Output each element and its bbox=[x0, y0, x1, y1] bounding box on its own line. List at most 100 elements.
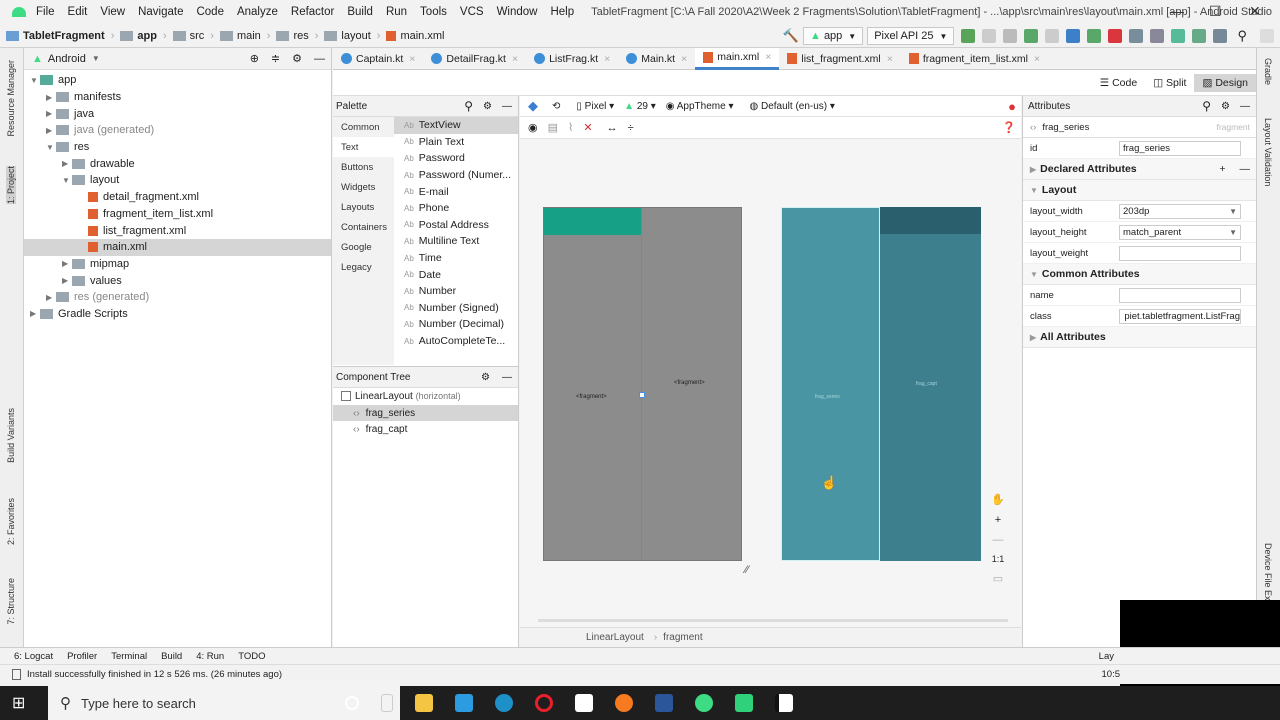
palette-item[interactable]: Ab Password (Numer... bbox=[394, 167, 518, 184]
breadcrumb-item[interactable]: main.xml bbox=[386, 30, 444, 42]
design-canvas[interactable]: ◆ ⟲ ▯ Pixel ▾ ▲ 29 ▾ ◉ AppTheme ▾ ◍ Defa… bbox=[520, 96, 1021, 647]
menu-file[interactable]: File bbox=[36, 6, 55, 18]
frag-series-outline[interactable] bbox=[781, 207, 880, 561]
project-tree-item[interactable]: ▼ layout bbox=[24, 172, 331, 189]
orientation-icon[interactable]: ⟲ bbox=[552, 101, 560, 112]
pan-icon[interactable]: ✋ bbox=[991, 493, 1005, 506]
apply-code-icon[interactable] bbox=[982, 29, 997, 43]
close-tab-icon[interactable]: × bbox=[409, 53, 415, 65]
maximize-button[interactable]: ☐ bbox=[1209, 3, 1222, 20]
path-fragment[interactable]: fragment bbox=[663, 632, 702, 643]
hide-icon[interactable]: — bbox=[502, 101, 512, 112]
edge-icon[interactable] bbox=[495, 694, 513, 712]
profile-icon[interactable] bbox=[1066, 29, 1081, 43]
project-view-select[interactable]: Android bbox=[48, 53, 86, 65]
tab-fragment-item-list-xml[interactable]: fragment_item_list.xml × bbox=[901, 48, 1048, 70]
common-attributes-section[interactable]: ▼ Common Attributes bbox=[1023, 264, 1256, 285]
tool-tab-todo[interactable]: TODO bbox=[238, 651, 265, 662]
zoom-actual-button[interactable]: 1:1 bbox=[992, 554, 1005, 564]
chevron-right-icon[interactable]: ▶ bbox=[62, 159, 72, 168]
menu-run[interactable]: Run bbox=[386, 6, 407, 18]
project-tree-item[interactable]: ▶ mipmap bbox=[24, 256, 331, 273]
project-tree-item[interactable]: ▶ java (generated) bbox=[24, 122, 331, 139]
declared-attributes-section[interactable]: ▶ Declared Attributes + — bbox=[1023, 159, 1256, 180]
tree-node-frag-capt[interactable]: ‹› frag_capt bbox=[333, 421, 518, 438]
tree-node-linearlayout[interactable]: LinearLayout (horizontal) bbox=[333, 388, 518, 405]
view-options-icon[interactable]: ◉ bbox=[528, 121, 538, 134]
palette-category-widgets[interactable]: Widgets bbox=[333, 177, 394, 197]
add-icon[interactable]: + bbox=[1219, 163, 1225, 175]
close-tab-icon[interactable]: × bbox=[887, 53, 893, 65]
palette-category-common[interactable]: Common bbox=[333, 117, 394, 137]
palette-item[interactable]: Ab Number (Signed) bbox=[394, 300, 518, 317]
locate-icon[interactable]: ⊕ bbox=[250, 52, 259, 65]
project-tree-item[interactable]: ▶ Gradle Scripts bbox=[24, 306, 331, 323]
firefox-icon[interactable] bbox=[615, 694, 633, 712]
tool-tab-profiler[interactable]: Profiler bbox=[67, 651, 97, 662]
zoom-fit-icon[interactable]: ▭ bbox=[993, 572, 1003, 585]
project-tree-item[interactable]: ▼ res bbox=[24, 139, 331, 156]
close-button[interactable]: ✕ bbox=[1249, 3, 1261, 20]
vertical-icon[interactable]: ÷ bbox=[628, 122, 634, 134]
resize-handle[interactable] bbox=[639, 392, 645, 398]
blueprint-preview[interactable]: frag_series frag_capt ☝ bbox=[781, 207, 981, 561]
autoconnect-icon[interactable]: ⌇ bbox=[568, 121, 573, 134]
structure-tab[interactable]: 7: Structure bbox=[6, 578, 16, 625]
zoom-in-icon[interactable]: + bbox=[995, 514, 1001, 526]
chevron-right-icon[interactable]: ▶ bbox=[46, 293, 56, 302]
sdk-manager-icon[interactable] bbox=[1171, 29, 1186, 43]
app-icon[interactable] bbox=[735, 694, 753, 712]
close-tab-icon[interactable]: × bbox=[604, 53, 610, 65]
blueprint-icon[interactable]: ▤ bbox=[548, 121, 558, 134]
palette-category-buttons[interactable]: Buttons bbox=[333, 157, 394, 177]
gear-icon[interactable]: ⚙ bbox=[481, 372, 490, 383]
resize-corner-icon[interactable]: ⁄⁄ bbox=[745, 564, 749, 576]
theme-select[interactable]: ◉ AppTheme ▾ bbox=[666, 101, 734, 112]
task-view-icon[interactable] bbox=[381, 694, 393, 712]
layout-width-field[interactable]: 203dp ▼ bbox=[1119, 203, 1241, 219]
opera-icon[interactable] bbox=[535, 694, 553, 712]
project-tree-item[interactable]: ▶ java bbox=[24, 105, 331, 122]
gradle-tab[interactable]: Gradle bbox=[1263, 58, 1273, 85]
palette-item[interactable]: Ab Plain Text bbox=[394, 134, 518, 151]
chevron-right-icon[interactable]: ▶ bbox=[62, 276, 72, 285]
design-preview[interactable]: <fragment> <fragment> bbox=[543, 207, 742, 561]
tab-captain-kt[interactable]: Captain.kt × bbox=[333, 48, 423, 70]
error-icon[interactable]: ● bbox=[1008, 99, 1016, 114]
palette-category-layouts[interactable]: Layouts bbox=[333, 197, 394, 217]
palette-category-containers[interactable]: Containers bbox=[333, 217, 394, 237]
tree-node-frag-series[interactable]: ‹› frag_series bbox=[333, 404, 518, 422]
build-variants-tab[interactable]: Build Variants bbox=[6, 408, 16, 463]
android-studio-icon[interactable] bbox=[695, 694, 713, 712]
chevron-down-icon[interactable]: ▼ bbox=[62, 176, 72, 185]
debug-icon[interactable] bbox=[1024, 29, 1039, 43]
chevron-right-icon[interactable]: ▶ bbox=[46, 109, 56, 118]
project-tree-item[interactable]: ▼ app bbox=[24, 72, 331, 89]
tool-tab-run[interactable]: 4: Run bbox=[196, 651, 224, 662]
mode-split[interactable]: ◫ Split bbox=[1145, 72, 1194, 94]
name-field[interactable] bbox=[1119, 287, 1241, 303]
menu-vcs[interactable]: VCS bbox=[460, 6, 484, 18]
menu-build[interactable]: Build bbox=[347, 6, 373, 18]
mode-design[interactable]: ▨ Design bbox=[1194, 73, 1256, 92]
coverage-icon[interactable] bbox=[1045, 29, 1060, 43]
tool-tab-build[interactable]: Build bbox=[161, 651, 182, 662]
palette-item[interactable]: Ab Multiline Text bbox=[394, 233, 518, 250]
mode-code[interactable]: ☰ Code bbox=[1092, 72, 1145, 94]
sync-gradle-icon[interactable] bbox=[1213, 29, 1228, 43]
palette-item[interactable]: Ab Date bbox=[394, 266, 518, 283]
hide-icon[interactable]: — bbox=[1240, 101, 1250, 112]
breadcrumb-item[interactable]: src › bbox=[172, 30, 214, 42]
horizontal-icon[interactable]: ↔ bbox=[607, 122, 618, 134]
menu-edit[interactable]: Edit bbox=[68, 6, 88, 18]
palette-item[interactable]: Ab TextView bbox=[394, 117, 518, 134]
layout-section[interactable]: ▼ Layout bbox=[1023, 180, 1256, 201]
device-select[interactable]: Pixel API 25 ▼ bbox=[867, 27, 955, 45]
project-structure-icon[interactable] bbox=[1129, 29, 1144, 43]
menu-code[interactable]: Code bbox=[196, 6, 224, 18]
sync-icon[interactable] bbox=[1003, 29, 1018, 43]
palette-item[interactable]: Ab E-mail bbox=[394, 183, 518, 200]
chevron-right-icon[interactable]: ▶ bbox=[30, 309, 40, 318]
layout-validation-tab[interactable]: Layout Validation bbox=[1263, 118, 1273, 186]
menu-navigate[interactable]: Navigate bbox=[138, 6, 183, 18]
